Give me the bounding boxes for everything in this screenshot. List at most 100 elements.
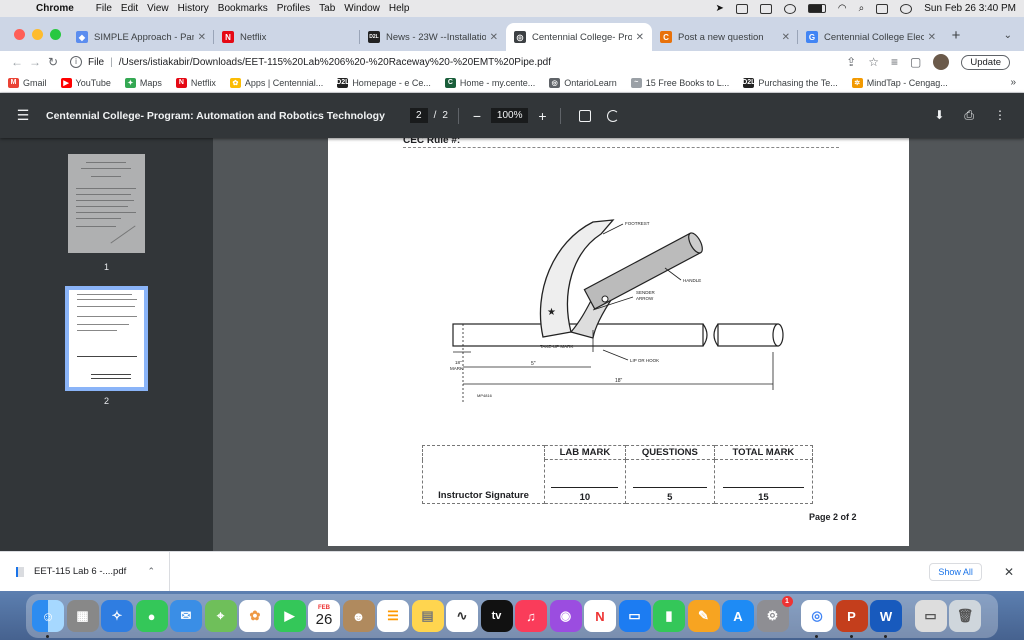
safari-icon[interactable]: ✧ — [101, 600, 133, 632]
close-window-button[interactable] — [14, 29, 25, 40]
photos-icon[interactable]: ✿ — [239, 600, 271, 632]
word-icon[interactable]: W — [870, 600, 902, 638]
browser-tab[interactable]: N Netflix — [214, 23, 360, 51]
apple-tv-icon[interactable]: tv — [480, 600, 513, 632]
bookmark-item[interactable]: C Home - my.cente... — [444, 77, 535, 88]
app-store-icon[interactable]: A — [722, 600, 754, 632]
menu-edit[interactable]: Edit — [121, 3, 138, 14]
bookmark-item[interactable]: ✲ MindTap - Cengag... — [851, 77, 948, 88]
mail-icon[interactable]: ✉ — [170, 600, 202, 632]
rotate-icon[interactable] — [607, 109, 620, 122]
zoom-level-input[interactable]: 100% — [490, 108, 529, 123]
bookmarks-overflow-icon[interactable]: » — [1010, 77, 1016, 88]
bookmark-item[interactable]: ✿ Apps | Centennial... — [229, 77, 323, 88]
bookmark-item[interactable]: ✦ Maps — [124, 77, 162, 88]
play-icon[interactable] — [783, 3, 796, 14]
system-settings-icon[interactable]: ⚙ 1 — [756, 596, 793, 632]
tab-close-icon[interactable]: ✕ — [198, 32, 206, 43]
download-item[interactable]: EET-115 Lab 6 -....pdf ⌃ — [0, 551, 170, 592]
tab-close-icon[interactable]: ✕ — [928, 32, 936, 43]
freeform-icon[interactable]: ∿ — [446, 600, 478, 632]
notes-icon[interactable]: ▤ — [411, 600, 444, 632]
spotlight-search-icon[interactable]: ⌕ — [859, 3, 865, 14]
back-arrow-icon[interactable]: ← — [8, 55, 26, 69]
tab-search-chevron-icon[interactable]: ⌄ — [1004, 23, 1012, 51]
facetime-icon[interactable]: ▶ — [273, 600, 306, 632]
tab-close-icon[interactable]: ✕ — [490, 32, 498, 43]
browser-tab[interactable]: ◆ SIMPLE Approach - Part ✕ — [68, 23, 214, 51]
browser-tab[interactable]: G Centennial College Electr ✕ — [798, 23, 944, 51]
maps-icon[interactable]: ⌖ — [204, 600, 237, 632]
battery-icon[interactable] — [807, 4, 826, 13]
profile-avatar[interactable] — [933, 54, 950, 70]
news-icon[interactable]: N — [584, 600, 616, 632]
side-panel-icon[interactable]: ▢ — [910, 55, 921, 69]
menu-help[interactable]: Help — [389, 3, 410, 14]
pages-icon[interactable]: ✎ — [687, 600, 720, 632]
bookmark-item[interactable]: ▶ YouTube — [60, 77, 111, 88]
bookmark-item[interactable]: ~15 Free Books to L... — [630, 77, 729, 88]
menu-view[interactable]: View — [147, 3, 169, 14]
download-icon[interactable]: ⬇ — [934, 108, 944, 123]
address-bar[interactable]: i File | /Users/istiakabir/Downloads/EET… — [70, 53, 846, 71]
menu-history[interactable]: History — [178, 3, 209, 14]
reading-list-icon[interactable]: ≡ — [891, 55, 898, 69]
bookmark-item[interactable]: N Netflix — [175, 77, 216, 88]
bookmark-item[interactable]: D2L Purchasing the Te... — [742, 77, 838, 88]
screen-mirror-icon[interactable] — [735, 3, 748, 14]
wifi-icon[interactable]: ◠ — [838, 3, 847, 14]
menu-bookmarks[interactable]: Bookmarks — [218, 3, 268, 14]
finder-icon[interactable]: ☺ — [32, 600, 64, 638]
page-thumbnail-2-selected[interactable] — [65, 286, 148, 391]
reload-icon[interactable]: ↻ — [44, 55, 62, 69]
menubar-clock[interactable]: Sun Feb 26 3:40 PM — [924, 3, 1016, 14]
podcasts-icon[interactable]: ◉ — [549, 600, 582, 632]
launchpad-icon[interactable]: ▦ — [66, 600, 99, 632]
location-arrow-icon[interactable]: ➤ — [716, 3, 724, 14]
chevron-up-icon[interactable]: ⌃ — [147, 566, 155, 577]
powerpoint-icon[interactable]: P — [835, 600, 868, 638]
bookmark-star-icon[interactable]: ☆ — [868, 55, 879, 69]
menu-hamburger-icon[interactable]: ☰ — [0, 107, 46, 124]
reminders-icon[interactable]: ☰ — [377, 600, 409, 632]
minimize-window-button[interactable] — [32, 29, 43, 40]
siri-icon[interactable] — [900, 3, 913, 14]
zoom-out-button[interactable]: − — [469, 108, 485, 124]
forward-arrow-icon[interactable]: → — [26, 55, 44, 69]
bookmark-item[interactable]: D2L Homepage - e Ce... — [336, 77, 431, 88]
browser-tab-active[interactable]: ◎ Centennial College- Prog ✕ — [506, 23, 652, 51]
print-icon[interactable]: ⎙ — [964, 108, 974, 123]
menu-file[interactable]: File — [96, 3, 112, 14]
menu-app-name[interactable]: Chrome — [36, 3, 74, 14]
tab-close-icon[interactable]: ✕ — [636, 32, 644, 43]
keynote-icon[interactable]: ▭ — [618, 600, 651, 632]
show-all-button[interactable]: Show All — [929, 562, 982, 581]
trash-icon[interactable]: 🗑 — [949, 600, 981, 632]
menu-tab[interactable]: Tab — [319, 3, 335, 14]
info-icon[interactable]: i — [70, 56, 82, 68]
tab-close-icon[interactable]: ✕ — [782, 32, 790, 43]
music-icon[interactable]: ♫ — [515, 600, 547, 632]
more-options-icon[interactable]: ⋮ — [994, 108, 1006, 123]
new-tab-button[interactable]: + — [944, 23, 968, 51]
menu-window[interactable]: Window — [344, 3, 380, 14]
url-text[interactable]: /Users/istiakabir/Downloads/EET-115%20La… — [119, 57, 551, 68]
numbers-icon[interactable]: ▮ — [653, 600, 685, 632]
page-number-input[interactable]: 2 — [410, 108, 428, 123]
pdf-viewer[interactable]: CEC Rule #: ★ FOOTREST HANDLE SENDER ARR… — [213, 138, 1024, 551]
chrome-icon[interactable]: ◎ — [801, 600, 833, 638]
browser-tab[interactable]: C Post a new question ✕ — [652, 23, 798, 51]
messages-icon[interactable]: ● — [135, 600, 168, 632]
maximize-window-button[interactable] — [50, 29, 61, 40]
fit-page-icon[interactable] — [579, 109, 592, 122]
contacts-icon[interactable]: ☻ — [342, 600, 375, 632]
browser-tab[interactable]: D2L News - 23W --Installatio ✕ — [360, 23, 506, 51]
close-shelf-icon[interactable]: ✕ — [1004, 565, 1014, 579]
menu-profiles[interactable]: Profiles — [277, 3, 310, 14]
share-icon[interactable]: ⇪ — [846, 55, 856, 69]
zoom-in-button[interactable]: + — [534, 108, 550, 124]
bookmark-item[interactable]: ◎ OntarioLearn — [549, 77, 617, 88]
downloads-stack-icon[interactable]: ▭ — [914, 600, 947, 632]
bookmark-item[interactable]: M Gmail — [8, 77, 47, 88]
display-icon[interactable] — [759, 3, 772, 14]
